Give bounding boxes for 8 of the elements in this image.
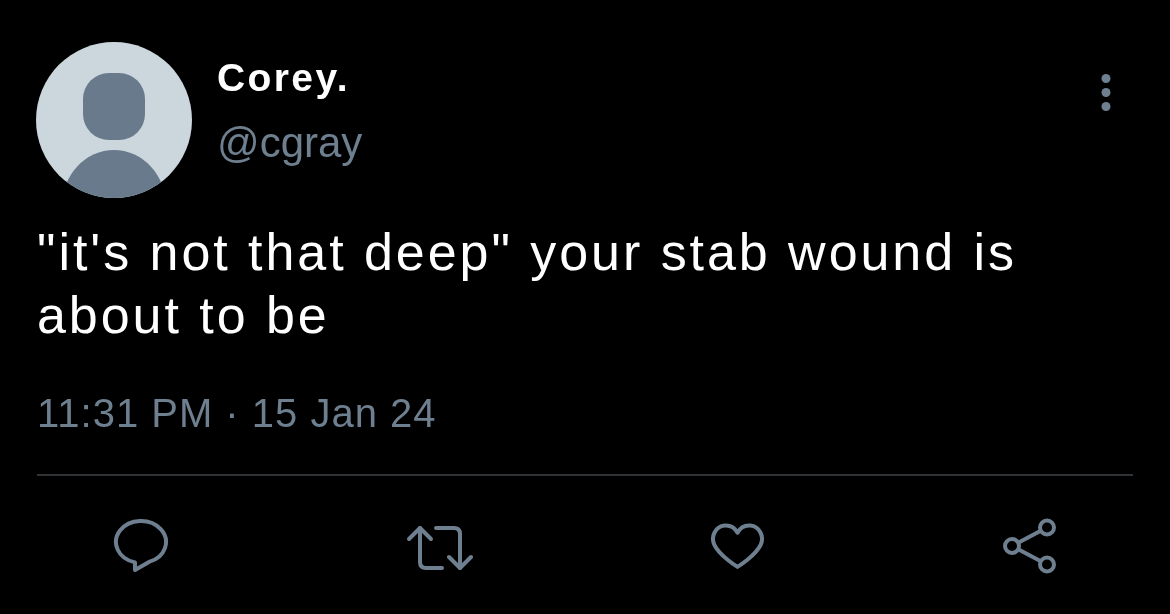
author-name: Corey. xyxy=(217,55,351,100)
heart-icon[interactable] xyxy=(709,521,766,571)
author-handle: @cgray xyxy=(217,119,363,167)
tweet-timestamp: 11:31 PM · 15 Jan 24 xyxy=(37,390,437,436)
more-icon[interactable] xyxy=(1101,74,1111,111)
tweet-text: "it's not that deep" your stab wound is about to be xyxy=(37,222,1018,346)
speech-bubble-icon[interactable] xyxy=(113,519,169,573)
share-icon[interactable] xyxy=(1002,518,1057,574)
